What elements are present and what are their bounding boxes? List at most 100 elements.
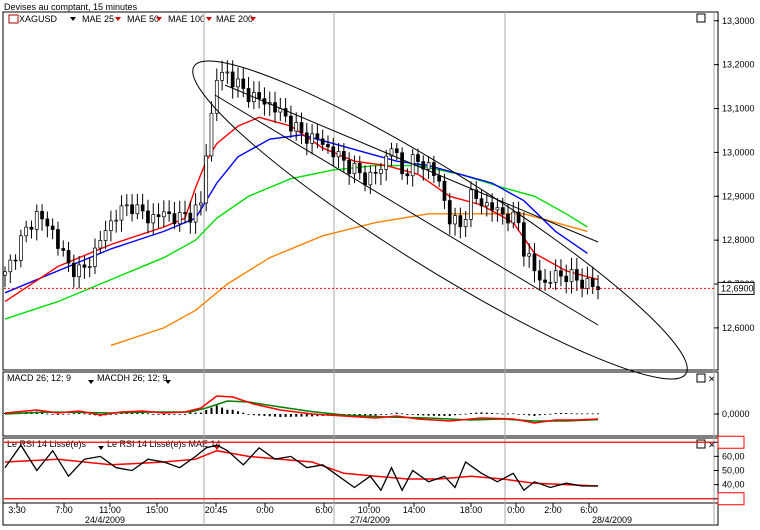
- candle-body: [490, 202, 494, 211]
- macd-histogram-bar: [575, 413, 578, 415]
- macd-histogram-bar: [252, 414, 255, 416]
- macd-histogram-bar: [305, 414, 308, 417]
- macd-histogram-bar: [242, 412, 245, 414]
- candle-body: [230, 71, 235, 88]
- candle-body: [463, 219, 468, 228]
- macd-histogram-bar: [549, 413, 552, 415]
- legend-macd[interactable]: MACD 26; 12; 9: [7, 373, 71, 383]
- macd-histogram-bar: [157, 414, 160, 415]
- price-tick-label: 12,6000: [722, 323, 755, 333]
- legend-ma25[interactable]: MAE 25: [82, 14, 114, 24]
- macd-histogram-bar: [512, 413, 515, 415]
- candle-body: [511, 211, 516, 224]
- macd-histogram-bar: [538, 414, 541, 416]
- candle-body: [437, 175, 442, 182]
- maximize-icon[interactable]: [696, 13, 706, 23]
- candle-body: [19, 235, 23, 261]
- rsi-maximize-icon[interactable]: [696, 439, 706, 449]
- candle-body: [71, 262, 76, 278]
- candle-body: [405, 173, 410, 177]
- date-label-1: 24/4/2009: [85, 515, 125, 525]
- candle-body: [188, 212, 193, 223]
- candle-body: [199, 202, 203, 206]
- candle-body: [66, 250, 71, 264]
- candle-body: [56, 229, 60, 249]
- candle-body: [257, 92, 261, 99]
- candle-body: [580, 279, 584, 289]
- macd-histogram-bar: [591, 413, 594, 415]
- macd-histogram-bar: [67, 413, 70, 415]
- macd-histogram-bar: [199, 412, 202, 414]
- macd-histogram-bar: [506, 413, 509, 415]
- candle-body: [204, 155, 209, 204]
- price-tick-label: 13,1000: [722, 104, 755, 114]
- candle-body: [347, 159, 352, 174]
- candle-body: [241, 78, 246, 89]
- candle-body: [130, 204, 134, 215]
- macd-histogram-bar: [215, 405, 218, 414]
- macd-histogram-bar: [88, 414, 91, 415]
- macd-histogram-bar: [475, 412, 478, 414]
- macd-histogram-bar: [491, 413, 494, 414]
- macd-histogram-bar: [364, 414, 367, 416]
- candle-body: [363, 172, 367, 186]
- candle-body: [585, 278, 590, 289]
- macd-histogram-bar: [554, 413, 557, 414]
- candle-body: [484, 202, 489, 207]
- macd-histogram-bar: [570, 413, 573, 415]
- macd-histogram-bar: [528, 414, 531, 416]
- candle-body: [289, 115, 293, 132]
- candle-body: [522, 222, 526, 257]
- legend-ma100[interactable]: MAE 100: [168, 14, 205, 24]
- macd-histogram-bar: [295, 414, 298, 417]
- macd-histogram-bar: [443, 414, 446, 416]
- candle-body: [50, 225, 55, 230]
- macd-histogram-bar: [284, 414, 287, 417]
- macd-histogram-bar: [51, 414, 54, 415]
- macd-histogram-bar: [189, 412, 192, 414]
- candle-body: [13, 259, 18, 262]
- legend-ma50[interactable]: MAE 50: [127, 14, 159, 24]
- candle-body: [167, 211, 171, 215]
- macd-histogram-bar: [258, 414, 261, 416]
- candle-body: [29, 226, 34, 230]
- candle-body: [527, 253, 532, 257]
- macd-histogram-bar: [401, 413, 404, 415]
- candle-body: [543, 279, 547, 283]
- candle-body: [304, 132, 309, 144]
- price-tick-label: 13,2000: [722, 60, 755, 70]
- macd-histogram-bar: [184, 414, 187, 415]
- macd-histogram-bar: [369, 414, 372, 416]
- candle-body: [124, 204, 129, 207]
- candle-body: [559, 270, 563, 277]
- candle-body: [368, 171, 373, 186]
- candle-body: [209, 112, 214, 157]
- candle-body: [453, 215, 457, 225]
- candle-body: [109, 220, 113, 231]
- candle-body: [146, 210, 150, 224]
- legend-symbol[interactable]: XAGUSD: [19, 14, 58, 24]
- macd-histogram-bar: [194, 412, 197, 414]
- macd-histogram-bar: [263, 414, 266, 416]
- macd-histogram-bar: [416, 414, 419, 416]
- macd-histogram-bar: [544, 414, 547, 415]
- macd-maximize-icon[interactable]: [696, 373, 706, 383]
- candle-body: [574, 269, 579, 281]
- candle-body: [537, 270, 542, 281]
- macd-histogram-bar: [178, 414, 181, 415]
- macd-histogram-bar: [533, 414, 536, 416]
- macd-histogram-bar: [152, 414, 155, 415]
- legend-ma200[interactable]: MAE 200: [216, 14, 253, 24]
- candle-body: [342, 151, 346, 161]
- macd-histogram-bar: [411, 414, 414, 415]
- candle-body: [34, 211, 39, 230]
- macd-histogram-bar: [522, 414, 525, 415]
- candle-body: [564, 275, 569, 283]
- legend-macdh[interactable]: MACDH 26; 12; 9: [97, 373, 168, 383]
- macd-histogram-bar: [427, 414, 430, 416]
- macd-histogram-bar: [268, 414, 271, 417]
- candle-body: [236, 78, 240, 88]
- macd-histogram-bar: [115, 413, 118, 415]
- macd-histogram-bar: [559, 413, 562, 414]
- macd-histogram-bar: [210, 407, 213, 414]
